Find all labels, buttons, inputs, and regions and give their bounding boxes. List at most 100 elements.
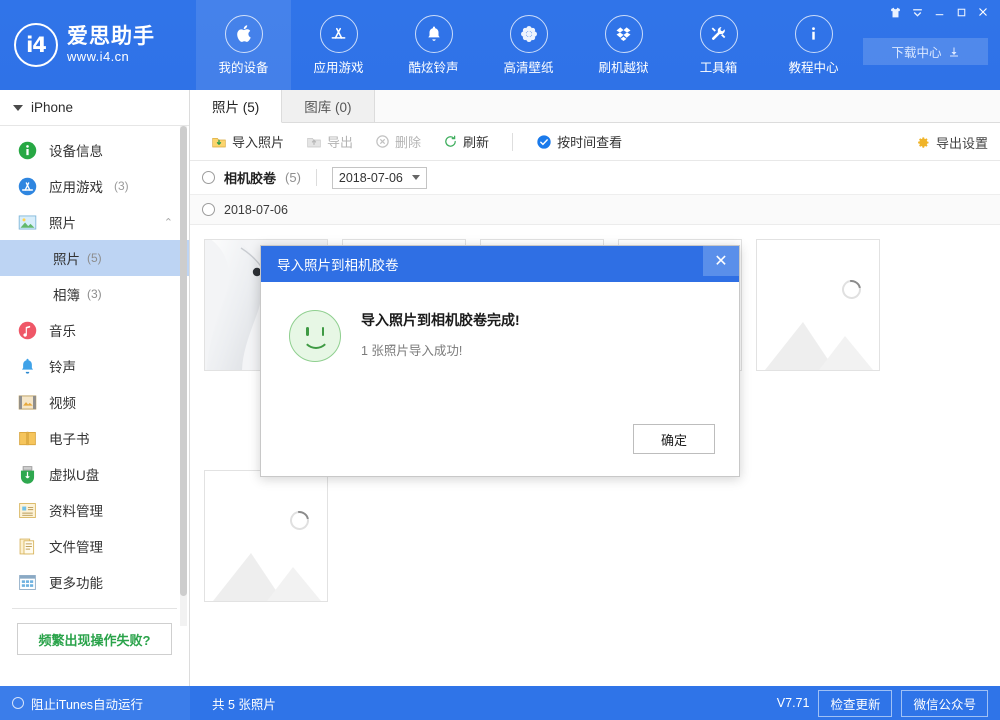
photos-toolbar: 导入照片 导出 删除 刷新 按时间查看 导出设置 bbox=[190, 123, 1000, 161]
dialog-footer: 确定 bbox=[633, 424, 715, 454]
nav-apps-games[interactable]: 应用游戏 bbox=[291, 0, 386, 90]
close-icon[interactable]: ✕ bbox=[703, 246, 739, 276]
grid-icon bbox=[19, 574, 36, 590]
info-icon bbox=[794, 14, 833, 53]
import-photos-label: 导入照片 bbox=[232, 135, 285, 150]
smiley-mouth bbox=[302, 331, 330, 349]
export-icon bbox=[307, 137, 321, 147]
nav-tutorials[interactable]: 教程中心 bbox=[766, 0, 861, 90]
nav-label: 酷炫铃声 bbox=[408, 60, 459, 75]
camera-roll-count: (5) bbox=[285, 170, 301, 185]
appstore-icon bbox=[319, 14, 358, 53]
sidebar-subitem-albums[interactable]: 相簿 (3) bbox=[0, 276, 189, 312]
nav-label: 应用游戏 bbox=[313, 60, 364, 75]
sidebar-item-ringtones[interactable]: 铃声 bbox=[0, 348, 189, 384]
sidebar-item-music[interactable]: 音乐 bbox=[0, 312, 189, 348]
chevron-down-icon[interactable] bbox=[906, 2, 928, 22]
sidebar-scrollbar-thumb[interactable] bbox=[180, 126, 187, 596]
sidebar-item-virtual-usb[interactable]: 虚拟U盘 bbox=[0, 456, 189, 492]
photo-thumbnail[interactable] bbox=[204, 469, 328, 602]
info-circle-icon bbox=[18, 141, 37, 159]
music-icon bbox=[18, 321, 37, 339]
download-center-button[interactable]: 下载中心 bbox=[863, 38, 988, 65]
tab-label: 图库 (0) bbox=[304, 100, 352, 115]
block-itunes-toggle[interactable]: 阻止iTunes自动运行 bbox=[0, 686, 190, 720]
date-group-label: 2018-07-06 bbox=[224, 202, 288, 217]
refresh-button[interactable]: 刷新 bbox=[435, 128, 497, 155]
import-complete-dialog: 导入照片到相机胶卷 ✕ 导入照片到相机胶卷完成! 1 张照片导入成功! 确定 bbox=[260, 245, 740, 477]
date-select[interactable]: 2018-07-06 bbox=[331, 166, 427, 189]
camera-roll-radio[interactable] bbox=[202, 171, 215, 184]
tab-gallery[interactable]: 图库 (0) bbox=[282, 90, 375, 122]
window-controls bbox=[884, 2, 994, 22]
bell-icon bbox=[414, 14, 453, 53]
brand-name: 爱思助手 bbox=[67, 25, 155, 49]
sidebar-scrollbar[interactable] bbox=[180, 126, 187, 626]
export-settings-label: 导出设置 bbox=[935, 135, 988, 151]
skin-icon[interactable] bbox=[884, 2, 906, 22]
sidebar-item-photos[interactable]: 照片 ⌃ bbox=[0, 204, 189, 240]
delete-label: 删除 bbox=[395, 135, 422, 150]
sidebar-item-count: (3) bbox=[114, 179, 129, 193]
date-group-radio[interactable] bbox=[202, 203, 215, 216]
nav-wallpapers[interactable]: 高清壁纸 bbox=[481, 0, 576, 90]
sidebar-item-label: 应用游戏 bbox=[49, 180, 103, 195]
check-update-button[interactable]: 检查更新 bbox=[818, 689, 893, 717]
maximize-icon[interactable] bbox=[950, 2, 972, 22]
sidebar-item-label: 视频 bbox=[49, 396, 76, 411]
sidebar-nav-list: 设备信息 应用游戏 (3) 照片 ⌃ 照片 (5) 相簿 (3) 音乐 铃声 视… bbox=[0, 126, 189, 600]
download-center-label: 下载中心 bbox=[891, 46, 942, 60]
content-tabs: 照片 (5) 图库 (0) bbox=[190, 90, 1000, 123]
ok-button[interactable]: 确定 bbox=[633, 424, 715, 454]
sidebar-item-label: 资料管理 bbox=[49, 504, 103, 519]
sidebar-item-label: 更多功能 bbox=[49, 576, 103, 591]
nav-flash-jailbreak[interactable]: 刷机越狱 bbox=[576, 0, 671, 90]
status-bar-actions: V7.71 检查更新 微信公众号 bbox=[777, 689, 1000, 717]
sidebar-subitem-label: 照片 bbox=[53, 252, 80, 267]
image-placeholder-icon bbox=[213, 552, 321, 601]
data-icon bbox=[19, 502, 36, 518]
sidebar-item-more[interactable]: 更多功能 bbox=[0, 564, 189, 600]
appstore-icon bbox=[18, 177, 37, 195]
radio-icon[interactable] bbox=[12, 697, 24, 709]
sidebar-item-video[interactable]: 视频 bbox=[0, 384, 189, 420]
dialog-messages: 导入照片到相机胶卷完成! 1 张照片导入成功! bbox=[361, 310, 520, 362]
image-placeholder-icon bbox=[765, 322, 873, 370]
box-icon bbox=[604, 14, 643, 53]
wechat-button[interactable]: 微信公众号 bbox=[901, 689, 988, 717]
toolbar-divider bbox=[512, 132, 514, 151]
nav-my-device[interactable]: 我的设备 bbox=[196, 0, 291, 90]
date-select-value: 2018-07-06 bbox=[338, 170, 403, 185]
refresh-label: 刷新 bbox=[463, 135, 490, 150]
close-icon[interactable] bbox=[972, 2, 994, 22]
nav-label: 刷机越狱 bbox=[598, 60, 649, 75]
minimize-icon[interactable] bbox=[928, 2, 950, 22]
sidebar-item-data-manage[interactable]: 资料管理 bbox=[0, 492, 189, 528]
nav-label: 教程中心 bbox=[788, 60, 839, 75]
sidebar-item-ebook[interactable]: 电子书 bbox=[0, 420, 189, 456]
sidebar-item-apps-games[interactable]: 应用游戏 (3) bbox=[0, 168, 189, 204]
dialog-message-main: 导入照片到相机胶卷完成! bbox=[361, 312, 520, 328]
sidebar-item-device-info[interactable]: 设备信息 bbox=[0, 132, 189, 168]
app-window: i4 爱思助手 www.i4.cn 我的设备 应用游戏 酷炫铃声 高清壁纸 刷机… bbox=[0, 0, 1000, 720]
help-operation-failure-button[interactable]: 频繁出现操作失败? bbox=[17, 623, 172, 655]
sidebar-divider bbox=[12, 608, 177, 609]
device-header[interactable]: iPhone bbox=[0, 90, 189, 126]
sidebar-item-file-manage[interactable]: 文件管理 bbox=[0, 528, 189, 564]
download-icon bbox=[949, 47, 958, 56]
view-by-time-toggle[interactable]: 按时间查看 bbox=[528, 128, 630, 155]
dialog-body: 导入照片到相机胶卷完成! 1 张照片导入成功! bbox=[261, 282, 739, 362]
top-nav-items: 我的设备 应用游戏 酷炫铃声 高清壁纸 刷机越狱 工具箱 教程中心 bbox=[196, 0, 861, 90]
nav-label: 我的设备 bbox=[218, 60, 269, 75]
import-photos-button[interactable]: 导入照片 bbox=[203, 128, 292, 155]
sidebar-subitem-photos[interactable]: 照片 (5) bbox=[0, 240, 189, 276]
nav-toolbox[interactable]: 工具箱 bbox=[671, 0, 766, 90]
sidebar-subitem-label: 相簿 bbox=[53, 288, 80, 303]
nav-ringtones[interactable]: 酷炫铃声 bbox=[386, 0, 481, 90]
sidebar-subitem-count: (3) bbox=[87, 287, 102, 301]
export-settings-button[interactable]: 导出设置 bbox=[916, 123, 988, 161]
tab-photos[interactable]: 照片 (5) bbox=[190, 90, 283, 123]
smiley-face-icon bbox=[289, 310, 341, 362]
photo-icon bbox=[18, 215, 37, 229]
photo-thumbnail[interactable] bbox=[756, 239, 880, 371]
